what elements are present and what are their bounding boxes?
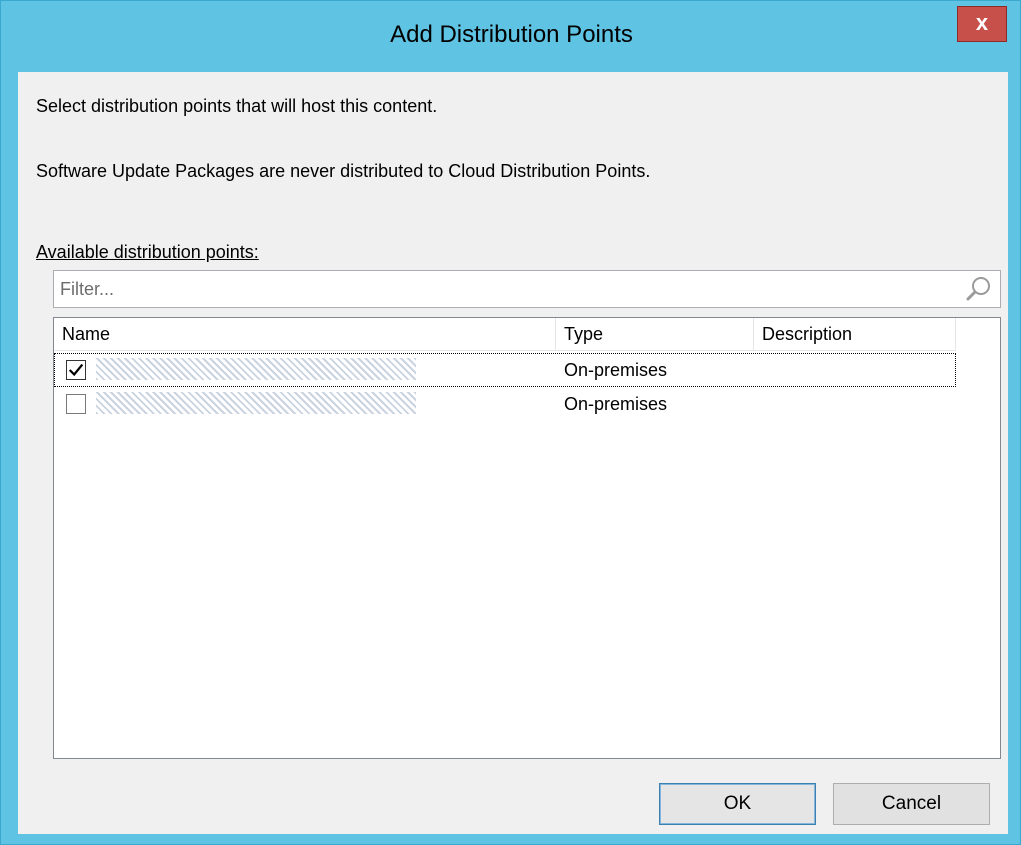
note-text: Software Update Packages are never distr… (36, 161, 651, 181)
list-row[interactable]: On-premises (54, 387, 956, 421)
redacted-server-name (96, 358, 416, 380)
row-checkbox[interactable] (66, 394, 86, 414)
dialog-window: Add Distribution Points x Select distrib… (0, 0, 1021, 845)
dialog-title: Add Distribution Points (390, 21, 633, 48)
filter-input[interactable] (60, 277, 940, 301)
list-header: Name Type Description (54, 318, 956, 351)
cancel-button[interactable]: Cancel (833, 783, 990, 825)
ok-button[interactable]: OK (659, 783, 816, 825)
redacted-server-name (96, 392, 416, 414)
checkmark-icon (68, 363, 84, 377)
row-type: On-premises (564, 394, 668, 414)
distribution-points-list[interactable]: Name Type Description On-premises On-pre… (53, 317, 1001, 759)
title-bar[interactable]: Add Distribution Points x (1, 1, 1021, 73)
list-label: Available distribution points: (36, 242, 259, 263)
instruction-text: Select distribution points that will hos… (36, 96, 438, 116)
filter-box[interactable] (53, 270, 1001, 308)
search-icon[interactable] (964, 275, 992, 303)
row-checkbox[interactable] (66, 360, 86, 380)
column-header-name[interactable]: Name (54, 318, 556, 350)
list-row[interactable]: On-premises (54, 353, 956, 387)
column-header-description[interactable]: Description (754, 318, 956, 350)
row-type: On-premises (564, 360, 668, 380)
dialog-body: Select distribution points that will hos… (18, 72, 1008, 834)
close-button[interactable]: x (957, 6, 1007, 42)
close-icon: x (975, 10, 989, 35)
column-header-type[interactable]: Type (556, 318, 754, 350)
list-label-text: Available distribution points: (36, 242, 259, 262)
